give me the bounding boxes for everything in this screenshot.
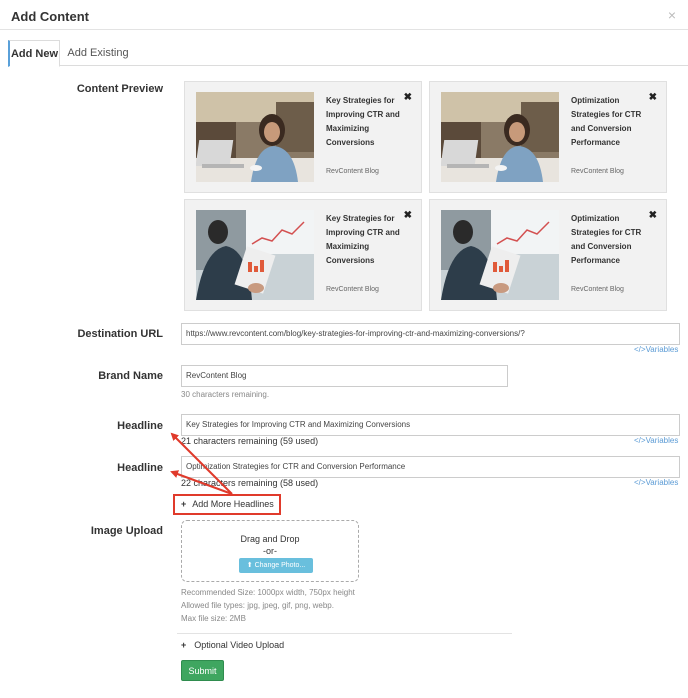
modal-header: Add Content × — [0, 0, 688, 30]
card-title: Optimization Strategies for CTR and Conv… — [571, 214, 642, 265]
card-brand: RevContent Blog — [326, 286, 379, 293]
divider — [177, 633, 512, 634]
headline-label: Headline — [117, 420, 163, 432]
recommended-size-text: Recommended Size: 1000px width, 750px he… — [181, 588, 355, 597]
thumbnail-image — [441, 210, 559, 300]
image-dropzone[interactable]: Drag and Drop -or- ⬆ Change Photo... — [181, 520, 359, 582]
upload-icon: ⬆ — [246, 562, 255, 569]
change-photo-label: Change Photo... — [254, 562, 306, 569]
content-preview-label: Content Preview — [76, 83, 163, 95]
headline-counter: 22 characters remaining (58 used) — [181, 478, 319, 488]
max-size-text: Max file size: 2MB — [181, 614, 246, 623]
allowed-types-text: Allowed file types: jpg, jpeg, gif, png,… — [181, 601, 334, 610]
card-title: Key Strategies for Improving CTR and Max… — [326, 214, 400, 265]
modal-title: Add Content — [11, 9, 89, 24]
brand-name-helper: 30 characters remaining. — [181, 390, 270, 399]
video-upload-label: Optional Video Upload — [194, 640, 285, 650]
thumbnail-image — [196, 210, 314, 300]
close-icon[interactable]: × — [668, 7, 676, 23]
tab-add-new[interactable]: Add New — [8, 40, 60, 67]
variables-link[interactable]: </>Variables — [634, 436, 678, 445]
remove-icon[interactable]: ✖ — [649, 210, 657, 221]
headline-label: Headline — [117, 462, 163, 474]
content-card: Optimization Strategies for CTR and Conv… — [429, 81, 667, 193]
optional-video-upload-toggle[interactable]: + Optional Video Upload — [181, 640, 284, 650]
headline-counter: 21 characters remaining (59 used) — [181, 436, 319, 446]
card-title: Optimization Strategies for CTR and Conv… — [571, 96, 642, 147]
card-brand: RevContent Blog — [571, 286, 624, 293]
headline-input[interactable]: Optimization Strategies for CTR and Conv… — [181, 456, 680, 478]
add-more-headlines-button[interactable]: + Add More Headlines — [173, 494, 281, 515]
content-card: Key Strategies for Improving CTR and Max… — [184, 199, 422, 311]
thumbnail-image — [441, 92, 559, 182]
drag-drop-text: Drag and Drop — [240, 534, 300, 544]
tab-bar: Add New Add Existing — [8, 40, 688, 67]
card-brand: RevContent Blog — [326, 168, 379, 175]
image-upload-label: Image Upload — [90, 525, 163, 537]
add-more-label: Add More Headlines — [192, 499, 274, 509]
brand-name-input[interactable]: RevContent Blog — [181, 365, 508, 387]
variables-link[interactable]: </>Variables — [634, 478, 678, 487]
or-text: -or- — [263, 546, 277, 556]
content-card: Optimization Strategies for CTR and Conv… — [429, 199, 667, 311]
destination-url-input[interactable]: https://www.revcontent.com/blog/key-stra… — [181, 323, 680, 345]
thumbnail-image — [196, 92, 314, 182]
remove-icon[interactable]: ✖ — [649, 92, 657, 103]
submit-button[interactable]: Submit — [181, 660, 224, 681]
headline-input[interactable]: Key Strategies for Improving CTR and Max… — [181, 414, 680, 436]
change-photo-button[interactable]: ⬆ Change Photo... — [239, 558, 313, 573]
variables-link[interactable]: </>Variables — [634, 345, 678, 354]
plus-icon: + — [181, 640, 187, 650]
card-title: Key Strategies for Improving CTR and Max… — [326, 96, 400, 147]
remove-icon[interactable]: ✖ — [404, 92, 412, 103]
destination-url-label: Destination URL — [77, 328, 163, 340]
content-card: Key Strategies for Improving CTR and Max… — [184, 81, 422, 193]
card-brand: RevContent Blog — [571, 168, 624, 175]
brand-name-label: Brand Name — [98, 370, 163, 382]
remove-icon[interactable]: ✖ — [404, 210, 412, 221]
tab-add-existing[interactable]: Add Existing — [64, 40, 132, 66]
plus-icon: + — [181, 499, 187, 509]
